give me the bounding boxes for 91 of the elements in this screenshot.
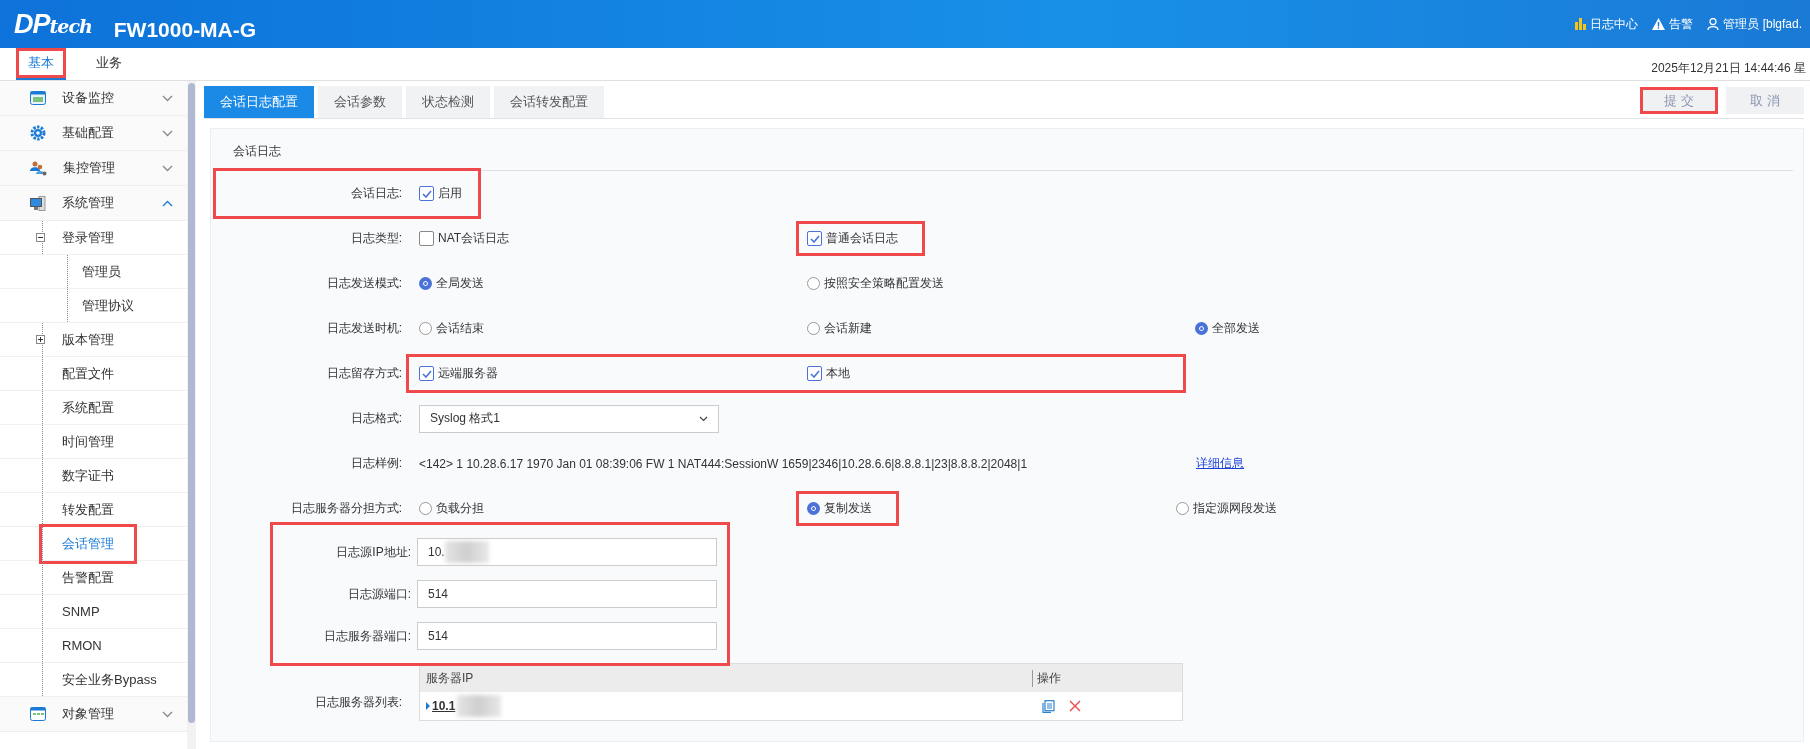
calendar-icon	[30, 707, 46, 721]
field-label: 会话日志:	[349, 185, 403, 202]
radio-button[interactable]	[419, 502, 432, 515]
field-label: 日志发送模式:	[325, 275, 403, 292]
field-label: 日志发送时机:	[325, 320, 403, 337]
field-label: 日志格式:	[349, 410, 403, 427]
input-field[interactable]: 514	[417, 622, 717, 650]
field-label: 日志类型:	[349, 230, 403, 247]
caret-icon	[699, 415, 708, 422]
radio-option[interactable]: 会话结束	[408, 311, 796, 346]
table-cell: 10.1	[420, 695, 1032, 717]
copy-icon[interactable]	[1042, 699, 1055, 713]
sidebar-item[interactable]: 会话管理	[0, 527, 187, 561]
checkbox[interactable]	[419, 366, 434, 381]
window-icon	[30, 91, 46, 105]
delete-icon[interactable]	[1069, 700, 1081, 712]
field-label: 日志留存方式:	[325, 365, 403, 382]
group-label: 设备监控	[62, 89, 115, 107]
radio-option[interactable]: 负载分担	[408, 491, 796, 526]
logo: DPtech	[14, 8, 92, 40]
checkbox[interactable]	[807, 366, 822, 381]
group-label: 基础配置	[62, 124, 115, 142]
datetime: 2025年12月21日 14:44:46 星	[1651, 59, 1806, 77]
field-label: 日志源端口:	[346, 585, 412, 603]
user-icon	[1707, 18, 1720, 30]
section-title: 会话日志	[233, 143, 1793, 171]
tab[interactable]: 会话转发配置	[494, 86, 604, 118]
nav-tab[interactable]: 基本	[16, 48, 66, 80]
sidebar-group[interactable]: 基础配置	[0, 116, 187, 151]
format-dropdown[interactable]: Syslog 格式1	[419, 404, 719, 433]
field-label: 日志源IP地址:	[335, 543, 412, 561]
chevron-down-icon	[162, 164, 173, 172]
column-header: 操作	[1032, 669, 1061, 687]
radio-button[interactable]	[1195, 322, 1208, 335]
radio-option[interactable]: 会话新建	[796, 311, 1184, 346]
radio-button[interactable]	[807, 277, 820, 290]
chevron-up-icon	[162, 199, 173, 207]
field-label: 日志服务器端口:	[322, 627, 412, 645]
field-label: 日志样例:	[349, 455, 403, 472]
sidebar-group[interactable]: 集控管理	[0, 151, 187, 186]
radio-button[interactable]	[807, 502, 820, 515]
radio-option[interactable]: 按照安全策略配置发送	[796, 266, 1184, 301]
expand-icon[interactable]	[36, 335, 45, 344]
tab[interactable]: 状态检测	[406, 86, 490, 118]
radio-option[interactable]: 全局发送	[408, 266, 796, 301]
chevron-down-icon	[162, 710, 173, 718]
scrollbar-thumb[interactable]	[188, 83, 195, 723]
checkbox[interactable]	[419, 231, 434, 246]
column-header: 服务器IP	[425, 669, 475, 687]
row-pointer-icon	[426, 702, 430, 710]
sidebar-group[interactable]: 系统管理	[0, 186, 187, 221]
gear-icon	[30, 125, 46, 141]
header-link[interactable]: 管理员 [blgfad.	[1707, 15, 1802, 33]
field-label: 日志服务器分担方式:	[289, 500, 403, 517]
product-name: FW1000-MA-G	[113, 18, 257, 42]
header-link[interactable]: 日志中心	[1575, 15, 1639, 33]
chevron-down-icon	[162, 129, 173, 137]
group-label: 系统管理	[62, 194, 115, 212]
radio-button[interactable]	[1176, 502, 1189, 515]
checkbox[interactable]	[807, 231, 822, 246]
radio-option[interactable]: 全部发送	[1184, 311, 1572, 346]
sample-text: <142> 1 10.28.6.17 1970 Jan 01 08:39:06 FW 1 NAT444:SessionW 1659|2346|10.28.6.6|8.8.8.1|23|8.8.8.2|2048|1	[419, 456, 1029, 471]
radio-button[interactable]	[419, 277, 432, 290]
radio-button[interactable]	[807, 322, 820, 335]
collapse-icon[interactable]	[36, 233, 45, 242]
nav-tab[interactable]: 业务	[84, 48, 134, 80]
field-label: 日志服务器列表:	[313, 693, 403, 711]
chevron-down-icon	[162, 94, 173, 102]
radio-button[interactable]	[419, 322, 432, 335]
checkbox-option[interactable]: 本地	[796, 356, 1184, 391]
radio-option[interactable]: 指定源网段发送	[1165, 491, 1553, 526]
checkbox-option[interactable]: 远端服务器	[408, 356, 796, 391]
header-link[interactable]: 告警	[1652, 15, 1694, 33]
group-label: 对象管理	[62, 705, 115, 723]
radio-option[interactable]: 复制发送	[796, 491, 899, 526]
tab[interactable]: 会话参数	[318, 86, 402, 118]
checkbox[interactable]	[419, 186, 434, 201]
sidebar-group[interactable]: 对象管理	[0, 697, 187, 732]
tab[interactable]: 会话日志配置	[204, 86, 314, 118]
computer-icon	[30, 195, 46, 211]
input-field[interactable]: 514	[417, 580, 717, 608]
group-label: 集控管理	[63, 159, 116, 177]
checkbox-option[interactable]: 普通会话日志	[796, 221, 925, 256]
users-icon	[30, 160, 47, 176]
checkbox-option[interactable]: 启用	[408, 176, 473, 211]
warning-icon	[1652, 18, 1666, 30]
checkbox-option[interactable]: NAT会话日志	[408, 221, 796, 256]
bar-chart-icon	[1575, 18, 1587, 30]
details-link[interactable]: 详细信息	[1196, 455, 1244, 472]
input-field[interactable]: 10.	[417, 538, 717, 566]
sidebar-group[interactable]: 设备监控	[0, 81, 187, 116]
